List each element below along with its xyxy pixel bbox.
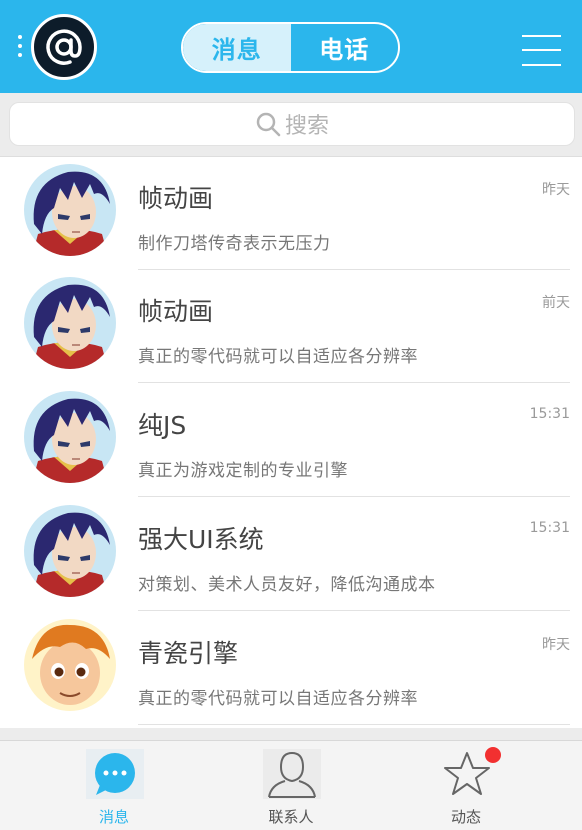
search-input[interactable]: 搜索 xyxy=(9,102,575,146)
list-item[interactable]: 纯JS 真正为游戏定制的专业引擎 15:31 xyxy=(0,384,582,497)
anime-boy-avatar-icon xyxy=(24,505,116,597)
tab-label: 联系人 xyxy=(268,808,314,826)
anime-boy-avatar-icon xyxy=(24,277,116,369)
tab-label: 消息 xyxy=(98,808,129,826)
anime-boy-avatar-icon xyxy=(24,391,116,483)
tab-contacts[interactable]: 联系人 xyxy=(241,741,341,830)
search-icon xyxy=(256,112,281,137)
segmented-control: 消息 电话 xyxy=(181,22,400,73)
person-icon xyxy=(263,749,321,799)
conversation-list: 帧动画 制作刀塔传奇表示无压力 昨天 帧动画 真正的零代码就可以自适应各分辨率 … xyxy=(0,156,582,728)
avatar xyxy=(24,164,116,256)
bottom-tab-bar: 消息 联系人 动态 xyxy=(0,740,582,830)
message-time: 昨天 xyxy=(542,637,570,653)
message-preview: 对策划、美术人员友好，降低沟通成本 xyxy=(138,575,436,595)
avatar xyxy=(24,505,116,597)
notification-badge xyxy=(485,747,501,763)
list-item[interactable]: 青瓷引擎 真正的零代码就可以自适应各分辨率 昨天 xyxy=(0,612,582,725)
list-item[interactable]: 帧动画 真正的零代码就可以自适应各分辨率 前天 xyxy=(0,270,582,383)
message-time: 前天 xyxy=(542,295,570,311)
search-placeholder: 搜索 xyxy=(284,114,329,139)
message-preview: 真正为游戏定制的专业引擎 xyxy=(138,461,348,481)
tab-moments[interactable]: 动态 xyxy=(416,741,516,830)
avatar xyxy=(24,391,116,483)
avatar xyxy=(24,619,116,711)
divider xyxy=(138,610,570,611)
at-sign-icon xyxy=(46,29,82,65)
message-time: 15:31 xyxy=(529,406,570,422)
contact-name: 帧动画 xyxy=(138,297,214,326)
message-preview: 真正的零代码就可以自适应各分辨率 xyxy=(138,347,418,367)
at-sign-avatar[interactable] xyxy=(31,14,97,80)
tab-label: 动态 xyxy=(450,808,481,826)
divider xyxy=(138,496,570,497)
vertical-dots-icon[interactable] xyxy=(18,35,24,61)
divider xyxy=(138,382,570,383)
message-preview: 真正的零代码就可以自适应各分辨率 xyxy=(138,689,418,709)
contact-name: 青瓷引擎 xyxy=(138,639,239,668)
contact-name: 帧动画 xyxy=(138,184,214,213)
hamburger-menu-icon[interactable] xyxy=(522,35,561,66)
divider xyxy=(138,724,570,725)
chat-bubble-icon xyxy=(86,749,144,799)
app-header: 消息 电话 xyxy=(0,0,582,93)
list-item[interactable]: 帧动画 制作刀塔传奇表示无压力 昨天 xyxy=(0,157,582,270)
contact-name: 纯JS xyxy=(138,411,187,440)
avatar xyxy=(24,277,116,369)
contact-name: 强大UI系统 xyxy=(138,525,264,554)
message-preview: 制作刀塔传奇表示无压力 xyxy=(138,234,331,254)
message-time: 昨天 xyxy=(542,182,570,198)
tab-messages[interactable]: 消息 xyxy=(183,24,291,71)
anime-boy-avatar-icon xyxy=(24,164,116,256)
tab-phone[interactable]: 电话 xyxy=(291,24,399,71)
message-time: 15:31 xyxy=(529,520,570,536)
cartoon-boy-avatar-icon xyxy=(24,619,116,711)
tab-messages-bottom[interactable]: 消息 xyxy=(64,741,164,830)
list-item[interactable]: 强大UI系统 对策划、美术人员友好，降低沟通成本 15:31 xyxy=(0,498,582,611)
